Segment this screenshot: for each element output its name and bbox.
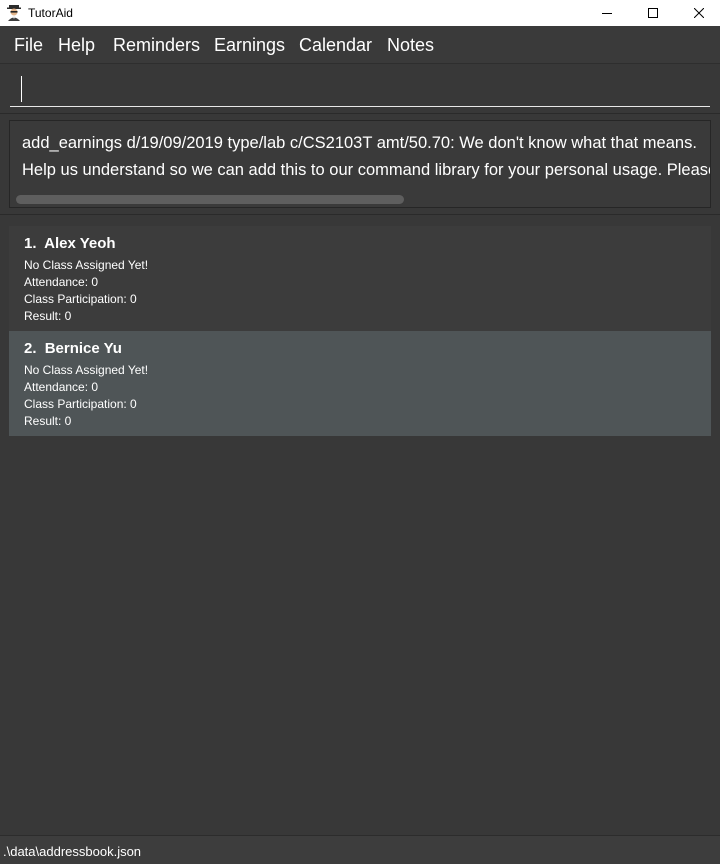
maximize-button[interactable]	[630, 0, 676, 26]
app-window: TutorAid File Help Reminders Earnings Ca…	[0, 0, 720, 864]
person-list: 1. Alex Yeoh No Class Assigned Yet! Atte…	[0, 216, 720, 834]
class-participation: Class Participation: 0	[24, 397, 137, 411]
menu-calendar[interactable]: Calendar	[299, 34, 372, 56]
minimize-icon	[602, 13, 612, 14]
person-index: 2.	[24, 340, 37, 357]
save-file-path: .\data\addressbook.json	[3, 844, 142, 859]
tutor-avatar-icon	[6, 4, 22, 21]
list-item[interactable]: 2. Bernice Yu No Class Assigned Yet! Att…	[9, 331, 711, 436]
person-name-text: Bernice Yu	[44, 340, 122, 357]
title-bar: TutorAid	[0, 0, 720, 26]
divider	[0, 113, 720, 114]
result: Result: 0	[24, 414, 72, 428]
class-participation: Class Participation: 0	[24, 292, 137, 306]
menu-help[interactable]: Help	[58, 34, 95, 56]
menu-bar: File Help Reminders Earnings Calendar No…	[0, 26, 720, 64]
command-input[interactable]	[10, 72, 710, 107]
attendance: Attendance: 0	[24, 380, 99, 394]
minimize-button[interactable]	[584, 0, 630, 26]
result-line-1: add_earnings d/19/09/2019 type/lab c/CS2…	[22, 134, 697, 152]
status-bar: .\data\addressbook.json	[0, 835, 720, 864]
class-status: No Class Assigned Yet!	[24, 363, 149, 377]
person-name: 1. Alex Yeoh	[24, 235, 116, 253]
maximize-icon	[648, 8, 658, 18]
menu-file[interactable]: File	[14, 34, 43, 56]
person-index: 1.	[24, 235, 37, 252]
divider	[0, 214, 720, 215]
result-message: add_earnings d/19/09/2019 type/lab c/CS2…	[22, 130, 711, 184]
result: Result: 0	[24, 309, 72, 323]
menu-earnings[interactable]: Earnings	[214, 34, 285, 56]
attendance: Attendance: 0	[24, 275, 99, 289]
menu-notes[interactable]: Notes	[387, 34, 434, 56]
text-caret	[21, 76, 22, 102]
person-name-text: Alex Yeoh	[44, 235, 116, 252]
command-box	[0, 64, 720, 112]
list-item[interactable]: 1. Alex Yeoh No Class Assigned Yet! Atte…	[9, 226, 711, 331]
scrollbar-thumb[interactable]	[16, 195, 404, 204]
result-display[interactable]: add_earnings d/19/09/2019 type/lab c/CS2…	[9, 120, 711, 208]
close-button[interactable]	[676, 0, 720, 26]
class-status: No Class Assigned Yet!	[24, 258, 149, 272]
window-title: TutorAid	[28, 6, 73, 20]
person-name: 2. Bernice Yu	[24, 340, 122, 358]
menu-reminders[interactable]: Reminders	[113, 34, 200, 56]
result-line-2: Help us understand so we can add this to…	[22, 161, 711, 179]
close-icon	[694, 8, 704, 18]
